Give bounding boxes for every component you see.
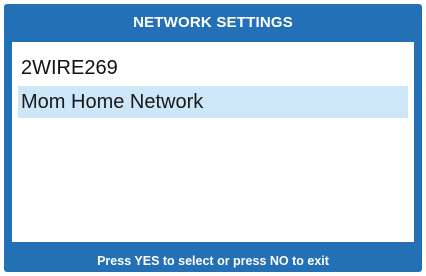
network-item-2wire269[interactable]: 2WIRE269 [18, 52, 408, 84]
network-list: 2WIRE269 Mom Home Network [12, 42, 414, 242]
network-item-mom-home-network[interactable]: Mom Home Network [18, 86, 408, 118]
footer-instructions: Press YES to select or press NO to exit [97, 254, 329, 268]
page-title: NETWORK SETTINGS [133, 13, 293, 31]
network-settings-panel: NETWORK SETTINGS 2WIRE269 Mom Home Netwo… [4, 4, 422, 272]
